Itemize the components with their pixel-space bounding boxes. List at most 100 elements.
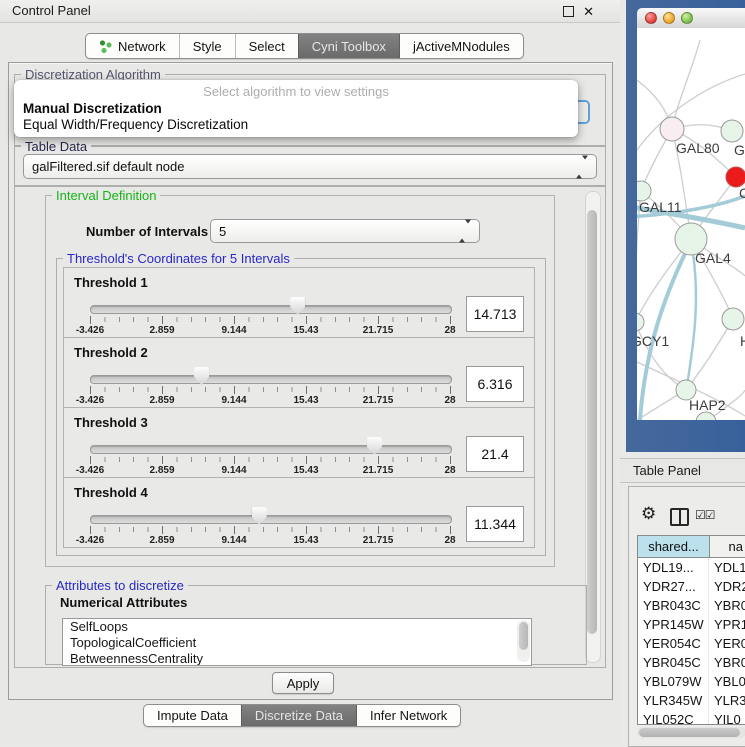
dropdown-option-manual-discretization[interactable]: Manual Discretization <box>23 101 162 116</box>
attribute-list-item[interactable]: BetweennessCentrality <box>63 651 531 666</box>
thresholds-group: Threshold's Coordinates for 5 Intervals … <box>56 258 546 556</box>
dropdown-option-equal-width-frequency[interactable]: Equal Width/Frequency Discretization <box>23 117 248 132</box>
tick-label: -3.426 <box>76 395 104 406</box>
threshold-value-field[interactable]: 14.713 <box>466 296 524 332</box>
attributes-scrollbar[interactable] <box>517 620 530 662</box>
cell-shared-name[interactable]: YER054C <box>638 634 709 653</box>
node-label: GAL80 <box>676 140 720 156</box>
table-row[interactable]: YLR345WYLR3 <box>638 691 745 710</box>
control-panel-titlebar: Control Panel ✕ <box>0 0 620 23</box>
threshold-value-field[interactable]: 6.316 <box>466 366 524 402</box>
tab-label: Network <box>118 39 166 54</box>
table-data-combobox[interactable]: galFiltered.sif default node <box>23 154 597 179</box>
zoom-traffic-light[interactable] <box>681 12 693 24</box>
cell-shared-name[interactable]: YDR27... <box>638 577 709 596</box>
tab-style[interactable]: Style <box>179 34 235 58</box>
tick-label: 2.859 <box>149 395 174 406</box>
cell-shared-name[interactable]: YDL19... <box>638 558 709 577</box>
network-node[interactable] <box>721 120 743 142</box>
cell-shared-name[interactable]: YBR045C <box>638 653 709 672</box>
slider-ticks: -3.4262.8599.14415.4321.71528 <box>64 478 534 547</box>
cell-name[interactable]: YDR2 <box>709 577 745 596</box>
numerical-attributes-label: Numerical Attributes <box>60 595 187 610</box>
tab-select[interactable]: Select <box>235 34 298 58</box>
table-row[interactable]: YIL052CYIL0 <box>638 710 745 725</box>
apply-button-label: Apply <box>287 676 320 691</box>
scrollbar-thumb[interactable] <box>519 622 528 650</box>
cell-shared-name[interactable]: YLR345W <box>638 691 709 710</box>
scrollbar-thumb[interactable] <box>639 728 740 737</box>
table-row[interactable]: YDL19...YDL1 <box>638 558 745 577</box>
tick-label: 15.43 <box>293 465 318 476</box>
table-row[interactable]: YER054CYER0 <box>638 634 745 653</box>
cell-name[interactable]: YBR0 <box>709 596 745 615</box>
float-window-icon[interactable] <box>563 6 574 17</box>
column-header-name[interactable]: na <box>710 536 745 557</box>
tab-cyni-toolbox[interactable]: Cyni Toolbox <box>298 34 399 58</box>
table-row[interactable]: YBL079WYBL0 <box>638 672 745 691</box>
table-data-value: galFiltered.sif default node <box>32 159 184 174</box>
tick-label: 21.715 <box>363 395 394 406</box>
numerical-attributes-list[interactable]: SelfLoopsTopologicalCoefficientBetweenne… <box>62 618 532 666</box>
control-panel: Control Panel ✕ Network StyleSelectCyni T… <box>0 0 620 745</box>
apply-button[interactable]: Apply <box>272 672 334 694</box>
tick-label: 9.144 <box>221 465 246 476</box>
tab-discretize-data[interactable]: Discretize Data <box>241 705 356 726</box>
tick-label: 21.715 <box>363 325 394 336</box>
control-panel-tabbar: Network StyleSelectCyni ToolboxjActiveMNo… <box>85 33 524 59</box>
network-node[interactable] <box>722 308 744 330</box>
network-node[interactable] <box>660 117 684 141</box>
group-title: Attributes to discretize <box>52 578 188 593</box>
cell-name[interactable]: YIL0 <box>709 710 745 725</box>
table-horizontal-scrollbar[interactable] <box>637 727 745 738</box>
close-icon[interactable]: ✕ <box>583 2 594 21</box>
group-title: Threshold's Coordinates for 5 Intervals <box>63 251 294 266</box>
cell-name[interactable]: YLR3 <box>709 691 745 710</box>
thresholds-stack: Threshold 1 -3.4262.8599.14415.4321.7152… <box>63 268 535 548</box>
attribute-list-item[interactable]: TopologicalCoefficient <box>63 635 531 651</box>
column-layout-icon[interactable] <box>670 508 689 526</box>
tab-impute-data[interactable]: Impute Data <box>144 705 241 726</box>
cell-shared-name[interactable]: YBL079W <box>638 672 709 691</box>
threshold-value-field[interactable]: 21.4 <box>466 436 524 472</box>
table-row[interactable]: YBR043CYBR0 <box>638 596 745 615</box>
cell-shared-name[interactable]: YPR145W <box>638 615 709 634</box>
network-node[interactable] <box>637 313 644 331</box>
tab-network[interactable]: Network <box>86 34 179 58</box>
table-body: YDL19...YDL1YDR27...YDR2YBR043CYBR0YPR14… <box>638 558 745 725</box>
table-row[interactable]: YDR27...YDR2 <box>638 577 745 596</box>
network-node[interactable] <box>696 412 716 420</box>
attribute-list-item[interactable]: SelfLoops <box>63 619 531 635</box>
minimize-traffic-light[interactable] <box>663 12 675 24</box>
cell-shared-name[interactable]: YBR043C <box>638 596 709 615</box>
cell-name[interactable]: YER0 <box>709 634 745 653</box>
table-row[interactable]: YBR045CYBR0 <box>638 653 745 672</box>
tick-label: 9.144 <box>221 325 246 336</box>
tab-infer-network[interactable]: Infer Network <box>356 705 460 726</box>
slider-ticks: -3.4262.8599.14415.4321.71528 <box>64 408 534 477</box>
cell-name[interactable]: YBL0 <box>709 672 745 691</box>
cell-name[interactable]: YBR0 <box>709 653 745 672</box>
number-of-intervals-combobox[interactable]: 5 <box>210 219 480 243</box>
tick-label: 28 <box>444 325 455 336</box>
tab-label: Impute Data <box>157 708 228 723</box>
table-row[interactable]: YPR145WYPR1 <box>638 615 745 634</box>
tick-label: 2.859 <box>149 535 174 546</box>
tab-jactivemnodules[interactable]: jActiveMNodules <box>399 34 523 58</box>
network-canvas[interactable]: GAL80GACGAL11GAL4GCY1HHAP2 <box>637 28 745 420</box>
select-columns-icon[interactable]: ☑☑ <box>695 508 715 522</box>
node-label: GAL4 <box>695 250 731 266</box>
column-header-shared-name[interactable]: shared... <box>638 536 710 557</box>
close-traffic-light[interactable] <box>645 12 657 24</box>
tick-label: 21.715 <box>363 465 394 476</box>
cell-name[interactable]: YPR1 <box>709 615 745 634</box>
scrollbar-thumb[interactable] <box>587 210 597 634</box>
gear-icon[interactable]: ⚙ <box>641 504 656 524</box>
settings-scrollbar[interactable] <box>585 191 601 663</box>
network-window-titlebar[interactable] <box>637 8 745 29</box>
threshold-value-field[interactable]: 11.344 <box>466 506 524 542</box>
tick-label: 28 <box>444 465 455 476</box>
cell-shared-name[interactable]: YIL052C <box>638 710 709 725</box>
cell-name[interactable]: YDL1 <box>709 558 745 577</box>
network-node-selected[interactable] <box>726 167 745 187</box>
